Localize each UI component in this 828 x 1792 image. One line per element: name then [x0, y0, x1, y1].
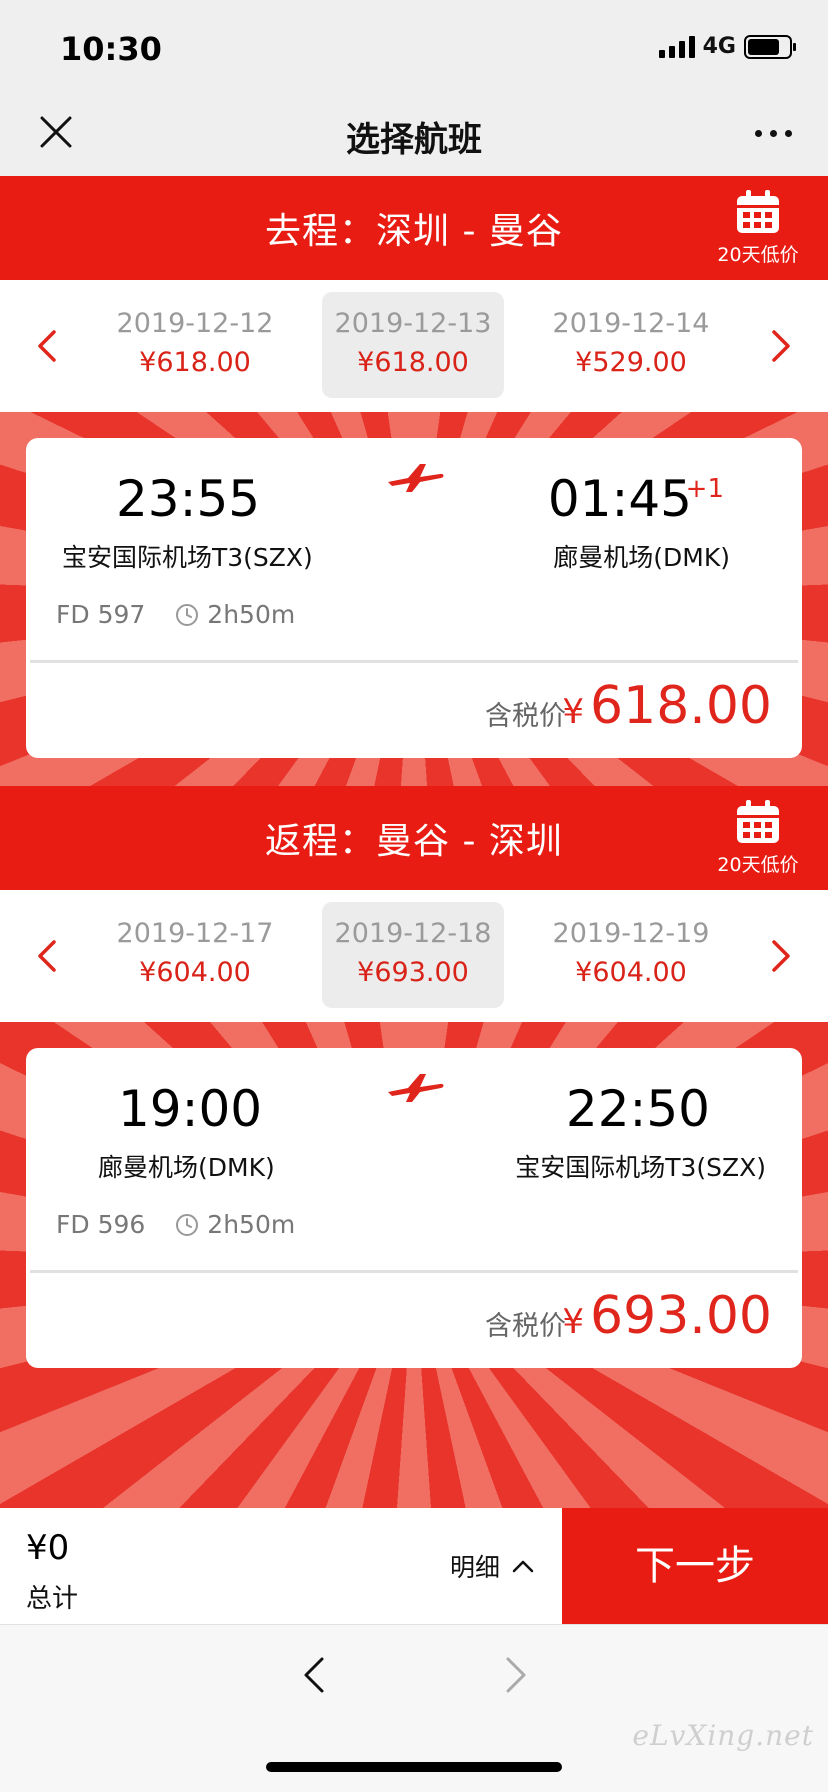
departure-time: 19:00 — [118, 1080, 263, 1138]
airplane-icon — [388, 1074, 444, 1102]
low-price-label: 20天低价 — [717, 244, 799, 266]
fare-price: ¥693.00 — [562, 1286, 772, 1346]
checkout-bar: ¥0 总计 明细 下一步 — [0, 1508, 828, 1624]
date-price: ¥604.00 — [575, 957, 687, 988]
date-price: ¥618.00 — [357, 347, 469, 378]
next-date-icon[interactable] — [760, 934, 800, 978]
next-day-badge: +1 — [685, 474, 724, 504]
tax-included-label: 含税价 — [485, 701, 566, 732]
return-route-title: 返程：曼谷 - 深圳 — [265, 821, 563, 862]
low-price-label: 20天低价 — [717, 854, 799, 876]
outbound-header: 去程：深圳 - 曼谷 20天低价 — [0, 176, 828, 280]
date-price: ¥529.00 — [575, 347, 687, 378]
date-option[interactable]: 2019-12-17 ¥604.00 — [104, 902, 286, 1008]
fare-value: 618.00 — [590, 676, 772, 736]
divider — [30, 660, 798, 663]
date-option[interactable]: 2019-12-14 ¥529.00 — [540, 292, 722, 398]
date-label: 2019-12-12 — [116, 308, 274, 339]
arrival-time: 01:45 — [547, 470, 692, 528]
departure-airport: 宝安国际机场T3(SZX) — [62, 543, 313, 572]
status-bar: 10:30 4G — [0, 0, 828, 96]
flight-meta: FD 596 2h50m — [56, 1210, 295, 1239]
prev-date-icon[interactable] — [28, 934, 68, 978]
signal-icon — [658, 35, 695, 58]
total-label: 总计 — [26, 1584, 79, 1614]
detail-label: 明细 — [450, 1553, 501, 1582]
date-option-selected[interactable]: 2019-12-13 ¥618.00 — [322, 292, 504, 398]
outbound-date-strip: 2019-12-12 ¥618.00 2019-12-13 ¥618.00 20… — [0, 280, 828, 412]
battery-icon — [744, 34, 796, 59]
date-option[interactable]: 2019-12-12 ¥618.00 — [104, 292, 286, 398]
prev-date-icon[interactable] — [28, 324, 68, 368]
status-time: 10:30 — [60, 30, 162, 68]
next-date-icon[interactable] — [760, 324, 800, 368]
arrival-time: 22:50 — [565, 1080, 710, 1138]
forward-arrow-icon[interactable] — [494, 1653, 534, 1697]
network-type: 4G — [702, 34, 736, 59]
date-label: 2019-12-17 — [116, 918, 274, 949]
next-step-button[interactable]: 下一步 — [562, 1508, 828, 1624]
date-price: ¥693.00 — [357, 957, 469, 988]
clock-icon — [176, 1213, 199, 1236]
home-indicator — [266, 1762, 562, 1772]
date-option-selected[interactable]: 2019-12-18 ¥693.00 — [322, 902, 504, 1008]
outbound-flight-card[interactable]: 23:55 01:45 +1 宝安国际机场T3(SZX) 廊曼机场(DMK) F… — [26, 438, 802, 758]
fare-value: 693.00 — [590, 1286, 772, 1346]
watermark: eLvXing.net — [632, 1719, 814, 1752]
return-flight-card[interactable]: 19:00 22:50 廊曼机场(DMK) 宝安国际机场T3(SZX) FD 5… — [26, 1048, 802, 1368]
flight-duration: 2h50m — [207, 1210, 296, 1239]
return-low-price-button[interactable]: 20天低价 — [710, 798, 806, 882]
divider — [30, 1270, 798, 1273]
date-label: 2019-12-14 — [552, 308, 710, 339]
return-date-strip: 2019-12-17 ¥604.00 2019-12-18 ¥693.00 20… — [0, 890, 828, 1022]
date-price: ¥604.00 — [139, 957, 251, 988]
departure-time: 23:55 — [116, 470, 261, 528]
return-header: 返程：曼谷 - 深圳 20天低价 — [0, 786, 828, 890]
flight-number: FD 597 — [56, 600, 146, 629]
nav-bar: 选择航班 — [0, 96, 828, 176]
clock-icon — [176, 603, 199, 626]
departure-airport: 廊曼机场(DMK) — [98, 1153, 275, 1182]
date-price: ¥618.00 — [139, 347, 251, 378]
airplane-icon — [388, 464, 444, 492]
date-option[interactable]: 2019-12-19 ¥604.00 — [540, 902, 722, 1008]
calendar-icon — [737, 800, 779, 843]
total-amount: ¥0 — [26, 1528, 70, 1568]
status-indicators: 4G — [658, 34, 796, 59]
currency-symbol: ¥ — [562, 1302, 585, 1342]
flight-duration: 2h50m — [207, 600, 296, 629]
date-label: 2019-12-18 — [334, 918, 492, 949]
flight-number: FD 596 — [56, 1210, 146, 1239]
arrival-airport: 廊曼机场(DMK) — [553, 543, 730, 572]
page-title: 选择航班 — [346, 120, 482, 160]
tax-included-label: 含税价 — [485, 1311, 566, 1342]
calendar-icon — [737, 190, 779, 233]
back-arrow-icon[interactable] — [296, 1653, 336, 1697]
fare-price: ¥618.00 — [562, 676, 772, 736]
browser-toolbar: eLvXing.net — [0, 1624, 828, 1792]
date-label: 2019-12-13 — [334, 308, 492, 339]
arrival-airport: 宝安国际机场T3(SZX) — [515, 1153, 766, 1182]
currency-symbol: ¥ — [562, 692, 585, 732]
price-detail-toggle[interactable]: 明细 — [450, 1548, 534, 1584]
outbound-low-price-button[interactable]: 20天低价 — [710, 188, 806, 272]
date-label: 2019-12-19 — [552, 918, 710, 949]
flight-meta: FD 597 2h50m — [56, 600, 295, 629]
more-icon[interactable] — [755, 130, 792, 137]
outbound-route-title: 去程：深圳 - 曼谷 — [265, 211, 563, 252]
chevron-up-icon — [512, 1560, 534, 1573]
